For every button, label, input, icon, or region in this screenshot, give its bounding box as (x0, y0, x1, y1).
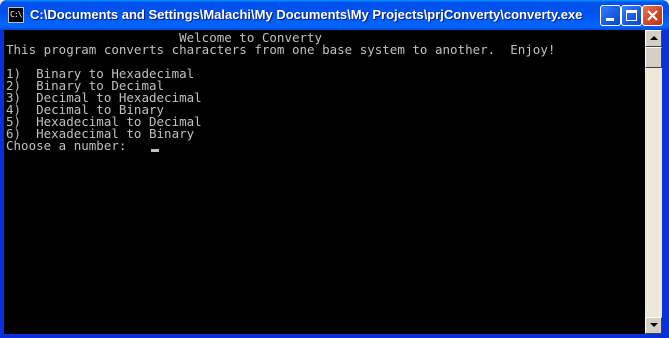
console-output[interactable]: Welcome to Converty This program convert… (4, 30, 645, 334)
minimize-button[interactable] (600, 5, 621, 26)
title-bar[interactable]: C:\ C:\Documents and Settings\Malachi\My… (0, 0, 669, 30)
console-window: C:\ C:\Documents and Settings\Malachi\My… (0, 0, 669, 338)
window-title: C:\Documents and Settings\Malachi\My Doc… (30, 7, 583, 22)
scroll-thumb[interactable] (645, 47, 662, 68)
close-icon (647, 10, 658, 21)
console-prompt: Choose a number: (6, 138, 127, 153)
scroll-up-button[interactable] (645, 30, 662, 47)
close-button[interactable] (642, 5, 663, 26)
arrow-down-icon (650, 323, 658, 327)
console-app-icon[interactable]: C:\ (8, 7, 24, 23)
text-cursor (151, 149, 159, 152)
vertical-scrollbar[interactable] (645, 30, 662, 334)
maximize-button[interactable] (621, 5, 642, 26)
window-frame-right (662, 30, 669, 338)
app-icon-glyph: C:\ (10, 10, 22, 19)
minimize-icon (606, 18, 614, 21)
maximize-icon (626, 10, 637, 21)
scroll-down-button[interactable] (645, 317, 662, 334)
console-line-intro: This program converts characters from on… (6, 42, 556, 57)
arrow-up-icon (650, 36, 658, 40)
